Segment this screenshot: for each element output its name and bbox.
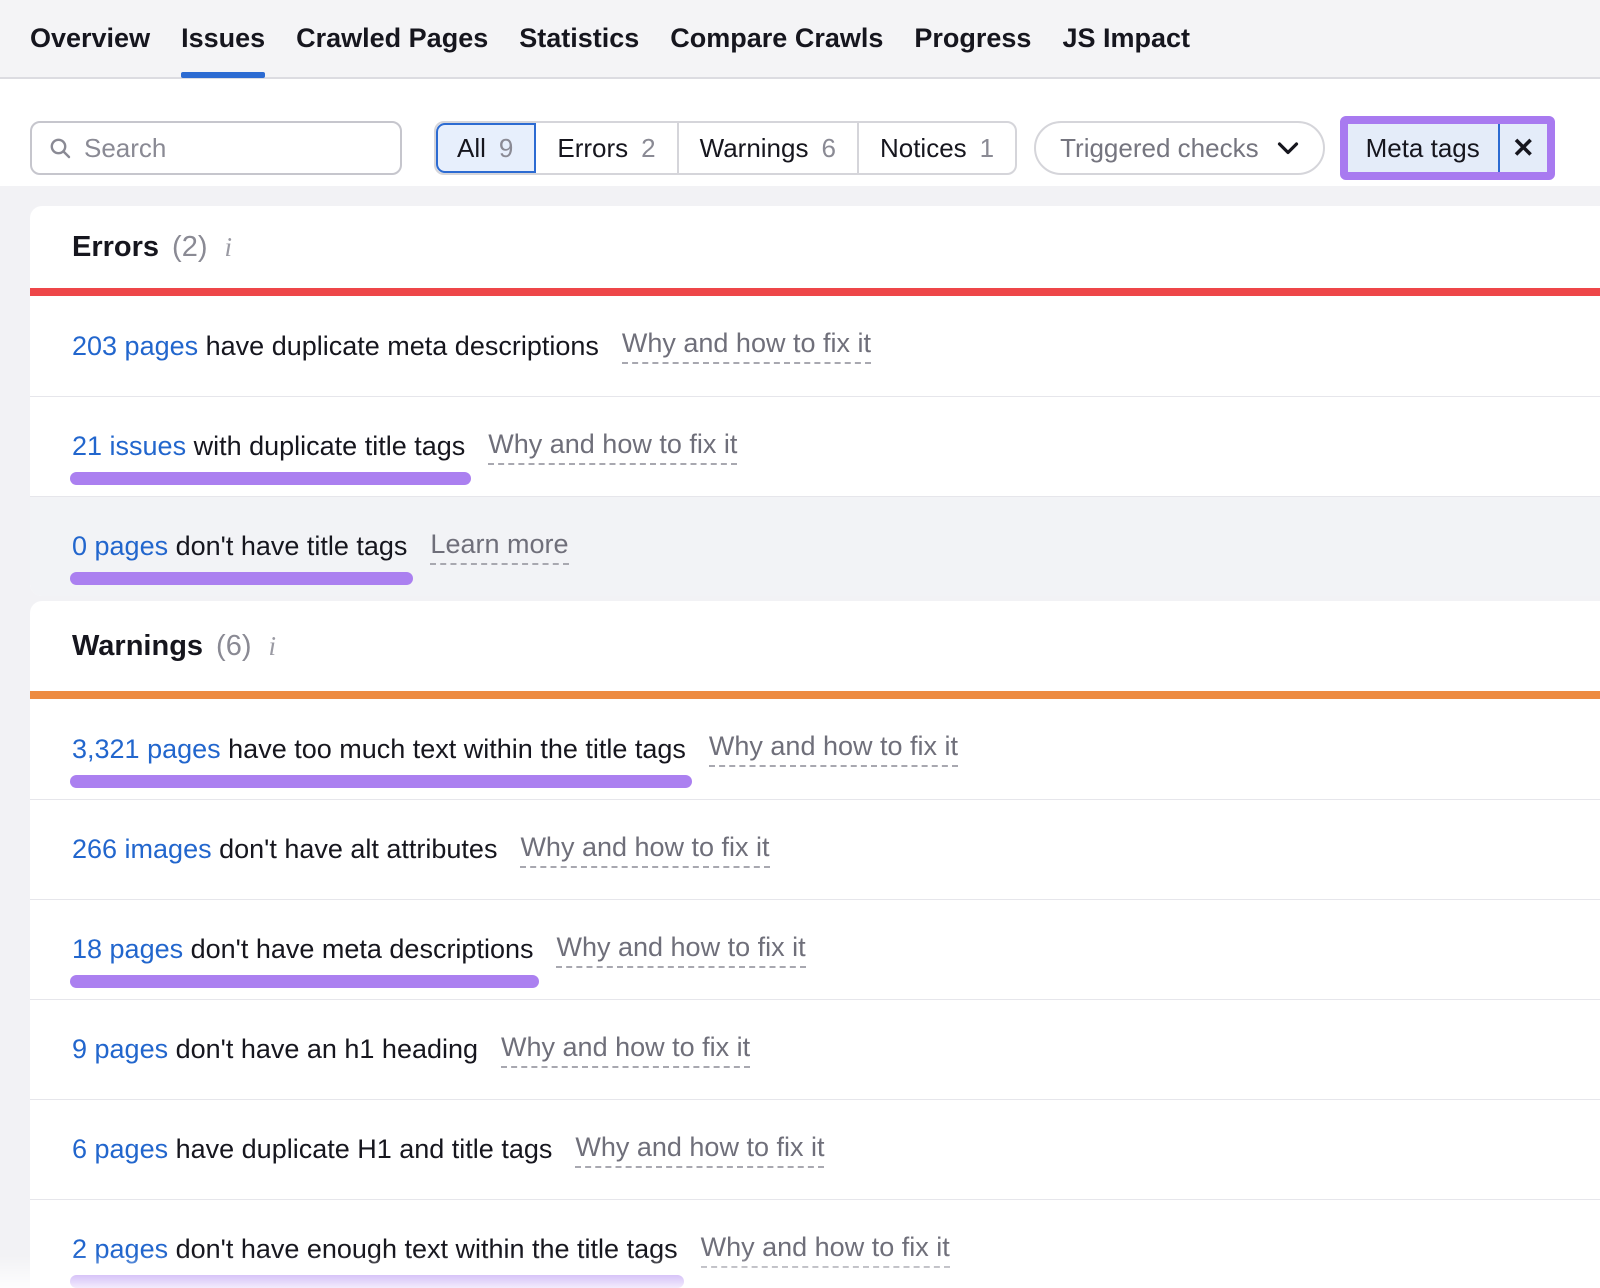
section-title: Warnings <box>72 630 203 663</box>
section-warnings: Warnings (6) i 3,321 pages have too much te… <box>30 601 1600 1288</box>
severity-bar-errors <box>30 288 1600 296</box>
tab-crawled-pages[interactable]: Crawled Pages <box>296 0 488 77</box>
tab-js-impact[interactable]: JS Impact <box>1062 0 1190 77</box>
issue-sentence: 6 pages have duplicate H1 and title tags <box>72 1134 552 1165</box>
triggered-checks-label: Triggered checks <box>1060 133 1258 164</box>
issue-row: 3,321 pages have too much text within th… <box>30 699 1600 799</box>
issue-description: don't have meta descriptions <box>191 934 534 964</box>
severity-filter-group: All 9 Errors 2 Warnings 6 Notices 1 <box>434 121 1017 175</box>
info-icon[interactable]: i <box>225 232 233 263</box>
tab-overview[interactable]: Overview <box>30 0 150 77</box>
info-icon[interactable]: i <box>269 631 277 662</box>
search-box[interactable] <box>30 121 402 175</box>
issue-description: don't have an h1 heading <box>176 1034 478 1064</box>
issue-count-link[interactable]: 3,321 pages <box>72 734 221 764</box>
issue-sentence: 0 pages don't have title tags <box>72 531 407 562</box>
issue-row: 203 pages have duplicate meta descriptio… <box>30 296 1600 396</box>
tab-progress[interactable]: Progress <box>914 0 1031 77</box>
purple-highlight-bar <box>70 472 471 485</box>
issue-sentence: 3,321 pages have too much text within th… <box>72 734 686 765</box>
section-title: Errors <box>72 231 159 264</box>
why-fix-link[interactable]: Why and how to fix it <box>622 328 871 364</box>
issue-count-link[interactable]: 18 pages <box>72 934 183 964</box>
purple-highlight-bar <box>70 572 413 585</box>
why-fix-link[interactable]: Learn more <box>430 529 568 565</box>
why-fix-link[interactable]: Why and how to fix it <box>556 932 805 968</box>
filter-segment-all[interactable]: All 9 <box>436 123 536 173</box>
filter-segment-label: Errors <box>557 133 628 164</box>
tab-compare-crawls[interactable]: Compare Crawls <box>670 0 883 77</box>
issue-description: with duplicate title tags <box>194 431 466 461</box>
issue-row: 21 issues with duplicate title tags Why a… <box>30 396 1600 496</box>
issue-row: 6 pages have duplicate H1 and title tags… <box>30 1099 1600 1199</box>
issue-count-link[interactable]: 9 pages <box>72 1034 168 1064</box>
tab-issues[interactable]: Issues <box>181 0 265 77</box>
why-fix-link[interactable]: Why and how to fix it <box>488 429 737 465</box>
why-fix-link[interactable]: Why and how to fix it <box>501 1032 750 1068</box>
search-icon <box>48 136 72 160</box>
filter-segment-label: All <box>457 133 486 164</box>
filter-segment-count: 9 <box>499 133 513 164</box>
purple-highlight-bar <box>70 775 692 788</box>
issue-description: don't have enough text within the title … <box>176 1234 678 1264</box>
purple-highlight-bar <box>70 975 539 988</box>
issue-row: 266 images don't have alt attributes Why … <box>30 799 1600 899</box>
issue-sentence: 21 issues with duplicate title tags <box>72 431 465 462</box>
issue-count-link[interactable]: 6 pages <box>72 1134 168 1164</box>
section-header-errors: Errors (2) i <box>30 206 1600 288</box>
search-input[interactable] <box>84 133 384 164</box>
why-fix-link[interactable]: Why and how to fix it <box>701 1232 950 1268</box>
issue-sentence: 266 images don't have alt attributes <box>72 834 497 865</box>
issue-sentence: 9 pages don't have an h1 heading <box>72 1034 478 1065</box>
severity-bar-warnings <box>30 691 1600 699</box>
meta-tags-filter-chip: Meta tags ✕ <box>1340 116 1555 180</box>
section-errors: Errors (2) i 203 pages have duplicate meta … <box>30 206 1600 596</box>
filter-segment-count: 6 <box>821 133 835 164</box>
triggered-checks-dropdown[interactable]: Triggered checks <box>1034 121 1324 175</box>
why-fix-link[interactable]: Why and how to fix it <box>520 832 769 868</box>
issues-list: Errors (2) i 203 pages have duplicate meta … <box>0 186 1600 1288</box>
issue-row: 18 pages don't have meta descriptions Why… <box>30 899 1600 999</box>
issue-count-link[interactable]: 2 pages <box>72 1234 168 1264</box>
filter-segment-count: 1 <box>980 133 994 164</box>
issue-sentence: 203 pages have duplicate meta descriptio… <box>72 331 599 362</box>
filter-segment-errors[interactable]: Errors 2 <box>536 123 678 173</box>
chevron-down-icon <box>1277 141 1299 156</box>
issue-count-link[interactable]: 21 issues <box>72 431 186 461</box>
issue-sentence: 18 pages don't have meta descriptions <box>72 934 533 965</box>
issue-count-link[interactable]: 266 images <box>72 834 212 864</box>
why-fix-link[interactable]: Why and how to fix it <box>575 1132 824 1168</box>
section-count: (6) <box>216 630 251 663</box>
issue-row: 9 pages don't have an h1 heading Why and … <box>30 999 1600 1099</box>
section-count: (2) <box>172 231 207 264</box>
meta-tags-filter-label[interactable]: Meta tags <box>1348 124 1498 172</box>
why-fix-link[interactable]: Why and how to fix it <box>709 731 958 767</box>
purple-highlight-bar <box>70 1275 684 1288</box>
issue-row: 0 pages don't have title tags Learn more <box>30 496 1600 596</box>
filter-segment-label: Warnings <box>700 133 809 164</box>
section-header-warnings: Warnings (6) i <box>30 601 1600 691</box>
issue-sentence: 2 pages don't have enough text within th… <box>72 1234 678 1265</box>
tab-statistics[interactable]: Statistics <box>519 0 639 77</box>
issue-row: 2 pages don't have enough text within th… <box>30 1199 1600 1288</box>
filter-segment-label: Notices <box>880 133 967 164</box>
controls-bar: All 9 Errors 2 Warnings 6 Notices 1 Triggered c… <box>0 79 1600 186</box>
issue-description: have duplicate H1 and title tags <box>176 1134 553 1164</box>
filter-segment-count: 2 <box>641 133 655 164</box>
close-icon[interactable]: ✕ <box>1500 124 1547 172</box>
issue-description: have too much text within the title tags <box>228 734 686 764</box>
issue-count-link[interactable]: 0 pages <box>72 531 168 561</box>
issue-description: have duplicate meta descriptions <box>206 331 599 361</box>
filter-segment-warnings[interactable]: Warnings 6 <box>679 123 859 173</box>
filter-segment-notices[interactable]: Notices 1 <box>859 123 1015 173</box>
issue-count-link[interactable]: 203 pages <box>72 331 198 361</box>
top-nav: Overview Issues Crawled Pages Statistics Com… <box>0 0 1600 79</box>
issue-description: don't have title tags <box>176 531 408 561</box>
issue-description: don't have alt attributes <box>219 834 497 864</box>
